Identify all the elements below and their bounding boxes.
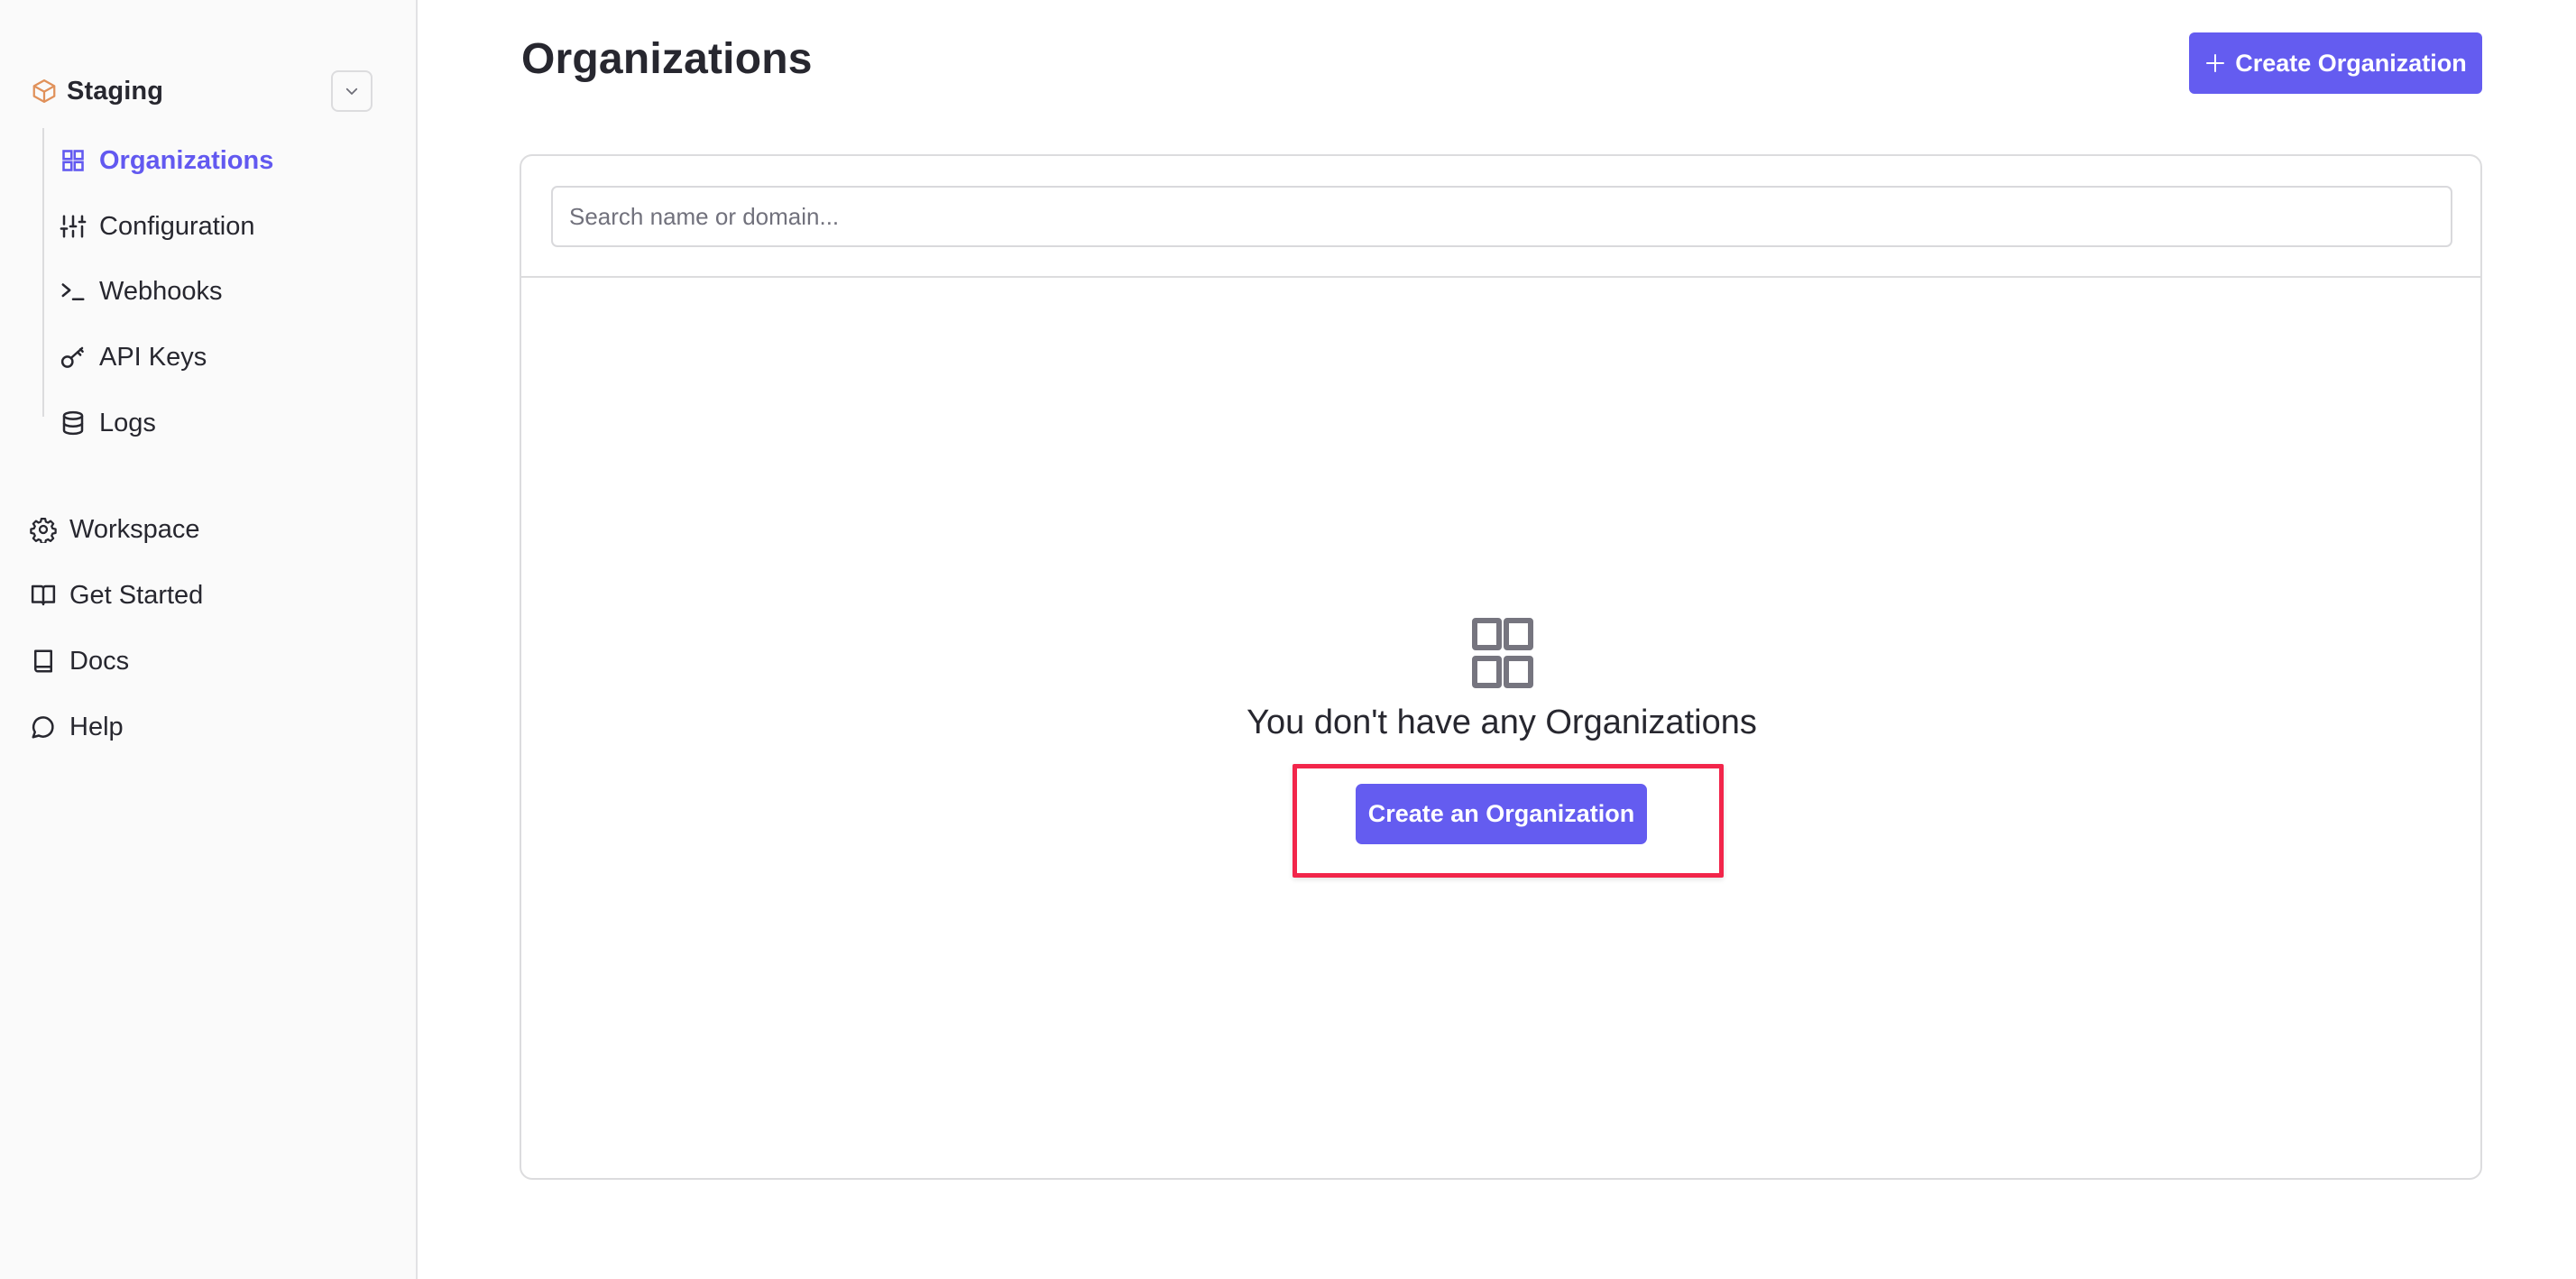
sidebar-item-label: Webhooks <box>99 276 223 306</box>
environment-dropdown-button[interactable] <box>331 70 373 112</box>
plus-icon <box>2206 54 2225 72</box>
nav-rail <box>42 128 44 417</box>
grid-icon <box>60 147 87 174</box>
sidebar-item-label: Workspace <box>69 514 200 544</box>
environment-switcher: Staging <box>31 70 373 112</box>
sidebar-item-get-started[interactable]: Get Started <box>30 570 203 621</box>
sidebar-item-label: Help <box>69 712 124 741</box>
chevron-down-icon <box>345 87 358 95</box>
sidebar-item-workspace[interactable]: Workspace <box>30 504 200 555</box>
sliders-icon <box>60 213 87 240</box>
environment-label: Staging <box>67 76 164 106</box>
key-icon <box>60 344 87 371</box>
sidebar-item-help[interactable]: Help <box>30 702 124 752</box>
sidebar-item-label: Logs <box>99 408 156 437</box>
empty-state-message: You don't have any Organizations <box>1247 704 1757 741</box>
sidebar-item-label: Docs <box>69 646 130 676</box>
gear-icon <box>30 516 57 543</box>
create-organization-label: Create Organization <box>2235 49 2467 77</box>
sidebar-item-label: Organizations <box>99 145 274 175</box>
book-icon <box>30 648 57 675</box>
sidebar-item-label: Get Started <box>69 580 204 610</box>
book-open-icon <box>30 582 57 609</box>
terminal-icon <box>60 278 87 305</box>
chat-bubble-icon <box>30 713 57 741</box>
search-bar <box>521 156 2480 278</box>
create-an-organization-button[interactable]: Create an Organization <box>1356 784 1647 844</box>
grid-icon <box>1472 618 1533 688</box>
sidebar-item-logs[interactable]: Logs <box>60 398 156 448</box>
sidebar-item-configuration[interactable]: Configuration <box>60 201 255 252</box>
cube-icon <box>31 78 58 105</box>
database-icon <box>60 409 87 437</box>
sidebar-item-api-keys[interactable]: API Keys <box>60 332 207 382</box>
sidebar: Staging Organizations Configuration Webh… <box>0 0 418 1279</box>
sidebar-item-webhooks[interactable]: Webhooks <box>60 266 223 317</box>
search-input[interactable] <box>551 186 2452 247</box>
create-organization-button[interactable]: Create Organization <box>2189 32 2482 94</box>
page-title: Organizations <box>521 35 813 83</box>
sidebar-item-organizations[interactable]: Organizations <box>60 135 273 186</box>
sidebar-item-label: Configuration <box>99 211 255 241</box>
sidebar-item-label: API Keys <box>99 342 207 372</box>
sidebar-item-docs[interactable]: Docs <box>30 636 129 686</box>
